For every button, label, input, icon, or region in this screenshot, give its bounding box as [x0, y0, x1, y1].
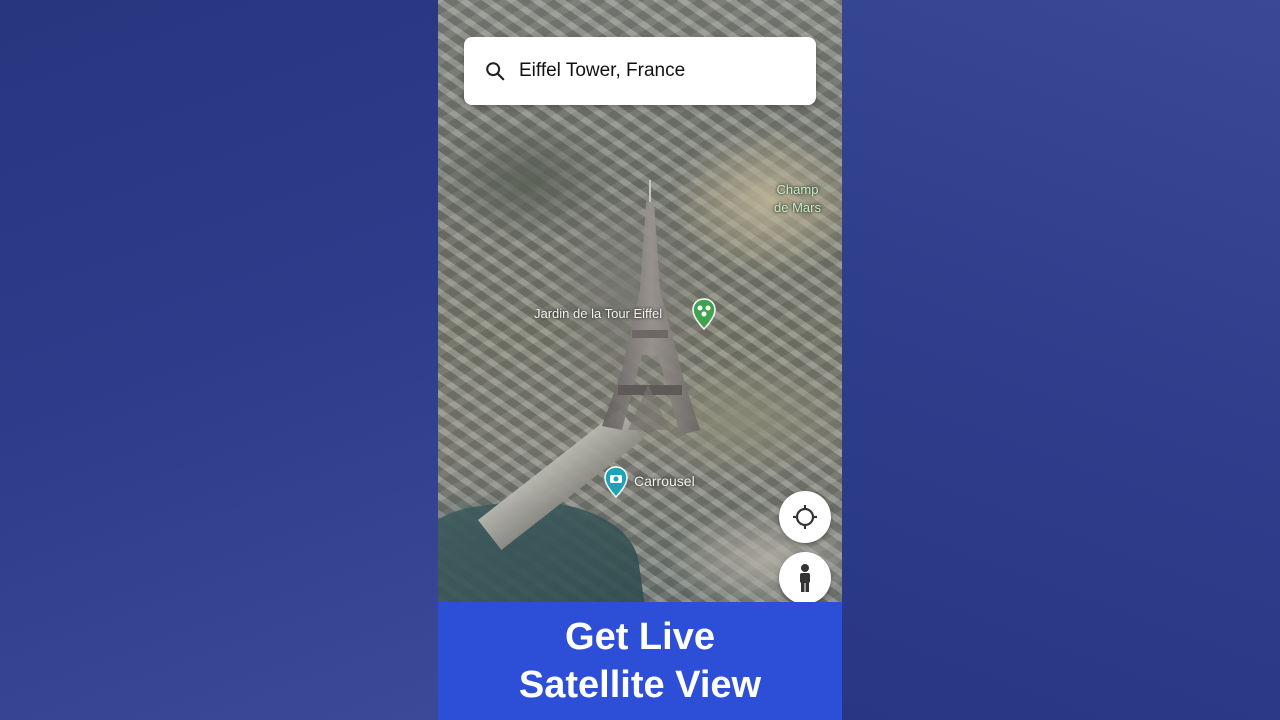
caption-line2: Satellite View: [518, 664, 762, 706]
left-background: [0, 0, 438, 720]
satellite-map[interactable]: Eiffel Tower, France Champ de Mars Jardi…: [438, 0, 842, 602]
my-location-icon: [793, 505, 817, 529]
my-location-button[interactable]: [779, 491, 831, 543]
caption-line1: Get Live: [565, 616, 715, 658]
label-carrousel[interactable]: Carrousel: [634, 473, 695, 489]
search-query[interactable]: Eiffel Tower, France: [519, 60, 685, 82]
street-view-person-icon: [800, 564, 810, 592]
search-icon[interactable]: [484, 60, 506, 82]
attraction-pin-icon[interactable]: [604, 466, 628, 498]
promo-caption: Get Live Satellite View: [438, 602, 842, 720]
search-bar[interactable]: Eiffel Tower, France: [464, 37, 816, 105]
eiffel-tower-3d: [602, 180, 700, 435]
street-view-button[interactable]: [779, 552, 831, 602]
park-pin-icon[interactable]: [692, 298, 716, 330]
right-background: [842, 0, 1280, 720]
label-champ-de-mars[interactable]: Champ de Mars: [774, 181, 821, 217]
label-champ-line1: Champ: [776, 182, 819, 197]
label-jardin-tour-eiffel[interactable]: Jardin de la Tour Eiffel: [534, 306, 662, 321]
label-champ-line2: de Mars: [774, 200, 821, 215]
phone-frame: Eiffel Tower, France Champ de Mars Jardi…: [438, 0, 842, 720]
